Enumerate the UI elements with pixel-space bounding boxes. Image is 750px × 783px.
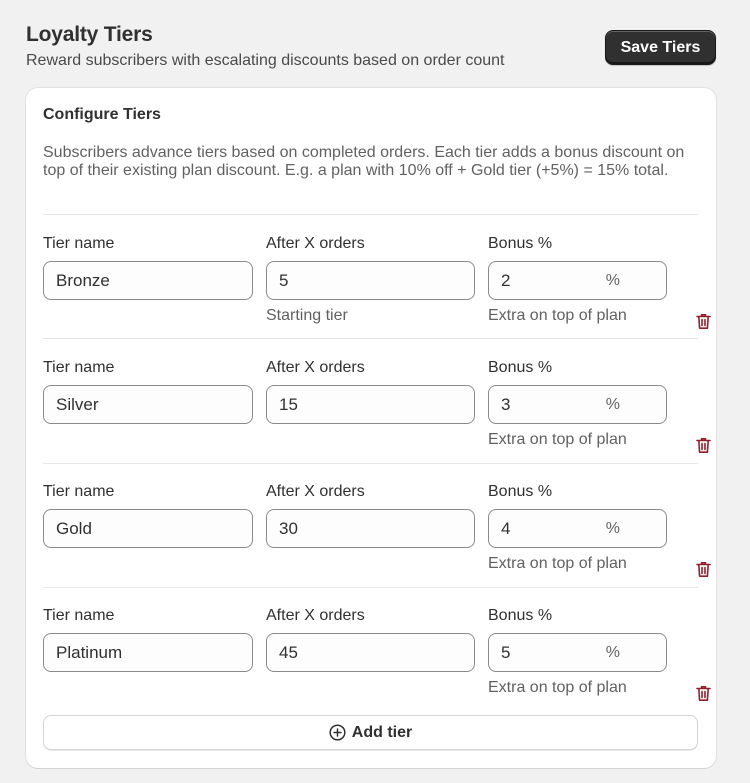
- tier-name-label: Tier name: [43, 235, 115, 252]
- card-description: Subscribers advance tiers based on compl…: [43, 144, 685, 179]
- bonus-label: Bonus %: [488, 235, 553, 252]
- tier-name-field: Tier name Gold: [43, 482, 253, 548]
- add-tier-label: Add tier: [351, 723, 413, 741]
- percent-suffix: %: [605, 643, 620, 661]
- after-orders-field: After X orders 45: [266, 606, 475, 672]
- after-orders-input[interactable]: 5: [266, 261, 475, 300]
- configure-tiers-card: Configure Tiers Subscribers advance tier…: [26, 88, 716, 768]
- delete-tier-button[interactable]: [693, 682, 713, 704]
- tier-name-value: Platinum: [56, 642, 123, 662]
- tier-name-field: Tier name Silver: [43, 358, 253, 424]
- bonus-input[interactable]: 3 %: [488, 385, 667, 424]
- bonus-help: Extra on top of plan: [488, 555, 627, 572]
- percent-suffix: %: [605, 395, 620, 413]
- tier-name-label: Tier name: [43, 359, 115, 376]
- tier-name-input[interactable]: Bronze: [43, 261, 253, 300]
- bonus-input[interactable]: 2 %: [488, 261, 667, 300]
- tier-name-field: Tier name Bronze: [43, 234, 253, 300]
- bonus-label: Bonus %: [488, 483, 553, 500]
- trash-icon: [695, 685, 711, 701]
- card-title: Configure Tiers: [43, 106, 161, 123]
- after-orders-label: After X orders: [266, 359, 365, 376]
- after-orders-input[interactable]: 45: [266, 633, 475, 672]
- after-orders-help: Starting tier: [266, 307, 348, 324]
- bonus-field: Bonus % 2 % Extra on top of plan: [488, 234, 667, 325]
- tier-row: Tier name Bronze After X orders 5 Starti…: [43, 234, 711, 358]
- after-orders-value: 30: [279, 518, 298, 538]
- trash-icon: [695, 313, 711, 329]
- bonus-field: Bonus % 3 % Extra on top of plan: [488, 358, 667, 449]
- trash-icon: [695, 561, 711, 577]
- bonus-label: Bonus %: [488, 359, 553, 376]
- percent-suffix: %: [605, 519, 620, 537]
- bonus-value: 2: [501, 270, 511, 290]
- after-orders-field: After X orders 5 Starting tier: [266, 234, 475, 325]
- bonus-help: Extra on top of plan: [488, 431, 627, 448]
- tier-name-input[interactable]: Platinum: [43, 633, 253, 672]
- after-orders-value: 45: [279, 642, 298, 662]
- tier-name-value: Silver: [56, 394, 99, 414]
- divider: [43, 463, 698, 464]
- bonus-help: Extra on top of plan: [488, 307, 627, 324]
- divider: [43, 214, 698, 215]
- tier-name-value: Bronze: [56, 270, 110, 290]
- plus-circle-icon: [329, 724, 346, 741]
- after-orders-input[interactable]: 15: [266, 385, 475, 424]
- bonus-field: Bonus % 4 % Extra on top of plan: [488, 482, 667, 573]
- delete-tier-button[interactable]: [693, 310, 713, 332]
- tier-name-label: Tier name: [43, 607, 115, 624]
- save-tiers-button[interactable]: Save Tiers: [605, 30, 716, 65]
- divider: [43, 587, 698, 588]
- after-orders-label: After X orders: [266, 607, 365, 624]
- after-orders-value: 5: [279, 270, 289, 290]
- tier-row: Tier name Platinum After X orders 45 Bon…: [43, 606, 711, 730]
- after-orders-field: After X orders 15: [266, 358, 475, 424]
- bonus-input[interactable]: 4 %: [488, 509, 667, 548]
- after-orders-value: 15: [279, 394, 298, 414]
- loyalty-tiers-page: Loyalty Tiers Reward subscribers with es…: [0, 0, 750, 783]
- after-orders-input[interactable]: 30: [266, 509, 475, 548]
- delete-tier-button[interactable]: [693, 434, 713, 456]
- bonus-field: Bonus % 5 % Extra on top of plan: [488, 606, 667, 697]
- tier-name-field: Tier name Platinum: [43, 606, 253, 672]
- trash-icon: [695, 437, 711, 453]
- tier-name-input[interactable]: Silver: [43, 385, 253, 424]
- percent-suffix: %: [605, 271, 620, 289]
- add-tier-button[interactable]: Add tier: [43, 715, 698, 750]
- bonus-value: 4: [501, 518, 511, 538]
- bonus-value: 5: [501, 642, 511, 662]
- delete-tier-button[interactable]: [693, 558, 713, 580]
- bonus-label: Bonus %: [488, 607, 553, 624]
- bonus-help: Extra on top of plan: [488, 679, 627, 696]
- tier-name-label: Tier name: [43, 483, 115, 500]
- after-orders-label: After X orders: [266, 483, 365, 500]
- after-orders-field: After X orders 30: [266, 482, 475, 548]
- bonus-input[interactable]: 5 %: [488, 633, 667, 672]
- after-orders-label: After X orders: [266, 235, 365, 252]
- tier-name-value: Gold: [56, 518, 92, 538]
- bonus-value: 3: [501, 394, 511, 414]
- divider: [43, 338, 698, 339]
- tier-name-input[interactable]: Gold: [43, 509, 253, 548]
